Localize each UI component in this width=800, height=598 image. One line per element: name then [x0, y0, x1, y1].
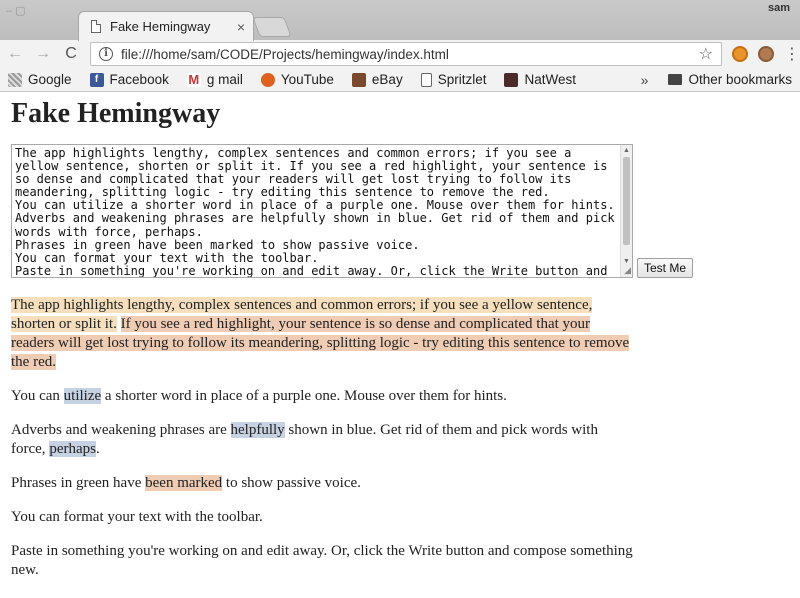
analysis-output: The app highlights lengthy, complex sent…	[11, 296, 633, 580]
resize-grip-icon[interactable]: ◢	[624, 265, 631, 276]
info-icon[interactable]: i	[99, 47, 113, 61]
new-tab-button[interactable]	[252, 17, 292, 37]
page-title: Fake Hemingway	[11, 98, 221, 129]
output-paragraph: Phrases in green have been marked to sho…	[11, 475, 361, 491]
document-icon	[91, 20, 101, 33]
folder-icon	[668, 74, 683, 85]
reload-button[interactable]: C	[62, 45, 80, 63]
blue-highlight[interactable]: helpfully	[230, 422, 285, 438]
scrollbar-thumb[interactable]	[623, 157, 630, 245]
youtube-icon	[260, 72, 275, 87]
url-text[interactable]: file:///home/sam/CODE/Projects/hemingway…	[121, 47, 699, 62]
bookmark-gmail[interactable]: Mg mail	[186, 72, 243, 87]
output-paragraph: Adverbs and weakening phrases are helpfu…	[11, 422, 598, 457]
facebook-icon: f	[89, 72, 104, 87]
browser-toolbar: ← → C i file:///home/sam/CODE/Projects/h…	[0, 40, 800, 68]
gmail-icon: M	[186, 72, 201, 87]
output-paragraph: You can format your text with the toolba…	[11, 509, 263, 525]
editor-row: The app highlights lengthy, complex sent…	[11, 144, 789, 278]
grid-icon	[8, 72, 22, 87]
forward-button[interactable]: →	[34, 45, 52, 63]
bookmark-natwest[interactable]: NatWest	[504, 72, 576, 87]
editor-scrollbar[interactable]: ▲ ▼	[620, 145, 632, 277]
output-paragraph: You can utilize a shorter word in place …	[11, 388, 507, 404]
tab-title: Fake Hemingway	[110, 19, 211, 34]
blue-highlight[interactable]: perhaps	[49, 441, 96, 457]
window-controls[interactable]: – ▢	[6, 4, 26, 17]
bookmark-spritzlet[interactable]: Spritzlet	[420, 72, 486, 87]
bookmarks-overflow-button[interactable]: »	[641, 72, 649, 88]
back-button[interactable]: ←	[6, 45, 24, 63]
profile-badge[interactable]: sam	[768, 2, 790, 14]
tab-strip: – ▢ sam Fake Hemingway ×	[0, 0, 800, 41]
page-content: Fake Hemingway The app highlights length…	[0, 92, 800, 580]
address-bar[interactable]: i file:///home/sam/CODE/Projects/hemingw…	[90, 42, 722, 66]
natwest-icon	[504, 72, 519, 87]
green-highlight[interactable]: been marked	[145, 475, 223, 491]
bookmark-ebay[interactable]: eBay	[351, 72, 403, 87]
output-paragraph: Paste in something you're working on and…	[11, 543, 633, 578]
browser-menu-icon[interactable]: ⋮	[784, 44, 800, 64]
other-bookmarks[interactable]: Other bookmarks	[668, 72, 792, 87]
scroll-up-icon[interactable]: ▲	[621, 145, 632, 156]
ebay-icon	[351, 72, 366, 87]
output-paragraph: The app highlights lengthy, complex sent…	[11, 296, 633, 372]
browser-tab[interactable]: Fake Hemingway ×	[78, 11, 254, 41]
editor-container: The app highlights lengthy, complex sent…	[11, 144, 633, 278]
text-editor[interactable]: The app highlights lengthy, complex sent…	[12, 145, 620, 277]
bookmark-youtube[interactable]: YouTube	[260, 72, 334, 87]
bookmark-google[interactable]: Google	[8, 72, 72, 87]
bookmarks-bar: Google f Facebook Mg mail YouTube eBay Sp…	[0, 68, 800, 92]
extension-icon[interactable]	[732, 46, 748, 62]
close-tab-icon[interactable]: ×	[237, 19, 245, 35]
bookmark-star-icon[interactable]: ☆	[699, 44, 713, 64]
test-me-button[interactable]: Test Me	[637, 258, 694, 278]
extension-icon[interactable]	[758, 46, 774, 62]
bookmark-facebook[interactable]: f Facebook	[89, 72, 169, 87]
purple-highlight[interactable]: utilize	[63, 388, 102, 404]
document-icon	[420, 72, 432, 87]
